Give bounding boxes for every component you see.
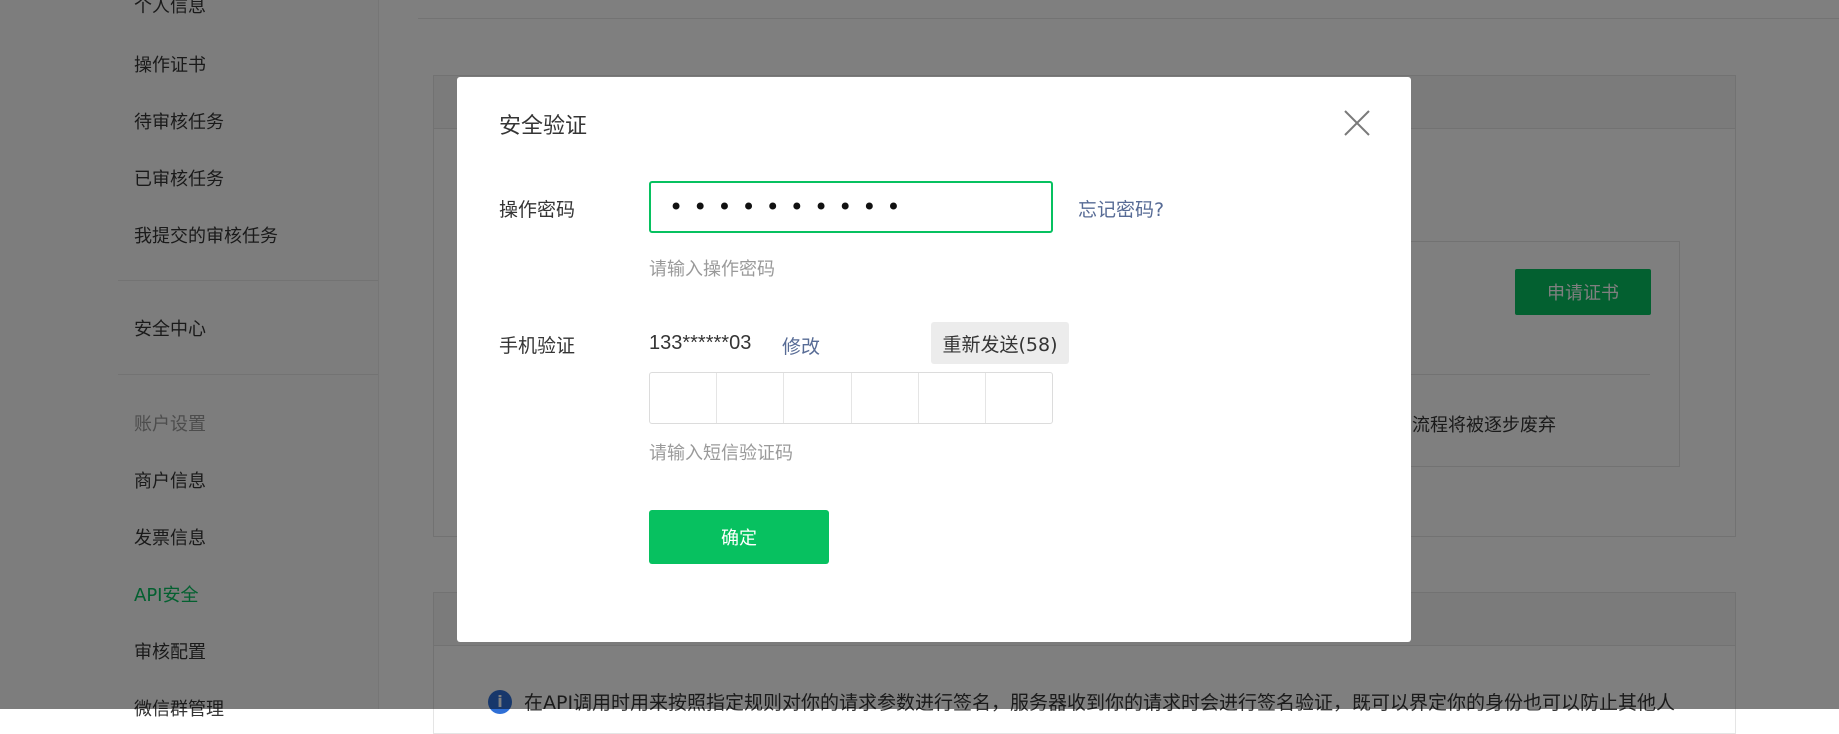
resend-code-button[interactable]: 重新发送(58) xyxy=(931,322,1069,364)
code-digit-cell[interactable] xyxy=(919,373,986,423)
password-input[interactable] xyxy=(649,181,1053,233)
close-icon[interactable] xyxy=(1341,107,1373,139)
code-digit-cell[interactable] xyxy=(717,373,785,423)
modify-phone-link[interactable]: 修改 xyxy=(782,332,820,359)
sms-code-input[interactable] xyxy=(649,372,1053,424)
code-digit-cell[interactable] xyxy=(852,373,919,423)
code-digit-cell[interactable] xyxy=(986,373,1052,423)
dialog-title: 安全验证 xyxy=(499,114,588,139)
password-hint: 请输入操作密码 xyxy=(649,259,775,280)
forgot-password-link[interactable]: 忘记密码? xyxy=(1078,195,1164,222)
sms-code-hint: 请输入短信验证码 xyxy=(649,443,793,464)
code-digit-cell[interactable] xyxy=(650,373,718,423)
security-verification-dialog: 安全验证 操作密码 忘记密码? 请输入操作密码 手机验证 133******03… xyxy=(457,77,1411,642)
code-digit-cell[interactable] xyxy=(784,373,852,423)
confirm-button[interactable]: 确定 xyxy=(649,510,829,564)
phone-verify-label: 手机验证 xyxy=(499,335,576,357)
masked-phone-number: 133******03 xyxy=(649,332,752,354)
password-label: 操作密码 xyxy=(499,199,576,221)
